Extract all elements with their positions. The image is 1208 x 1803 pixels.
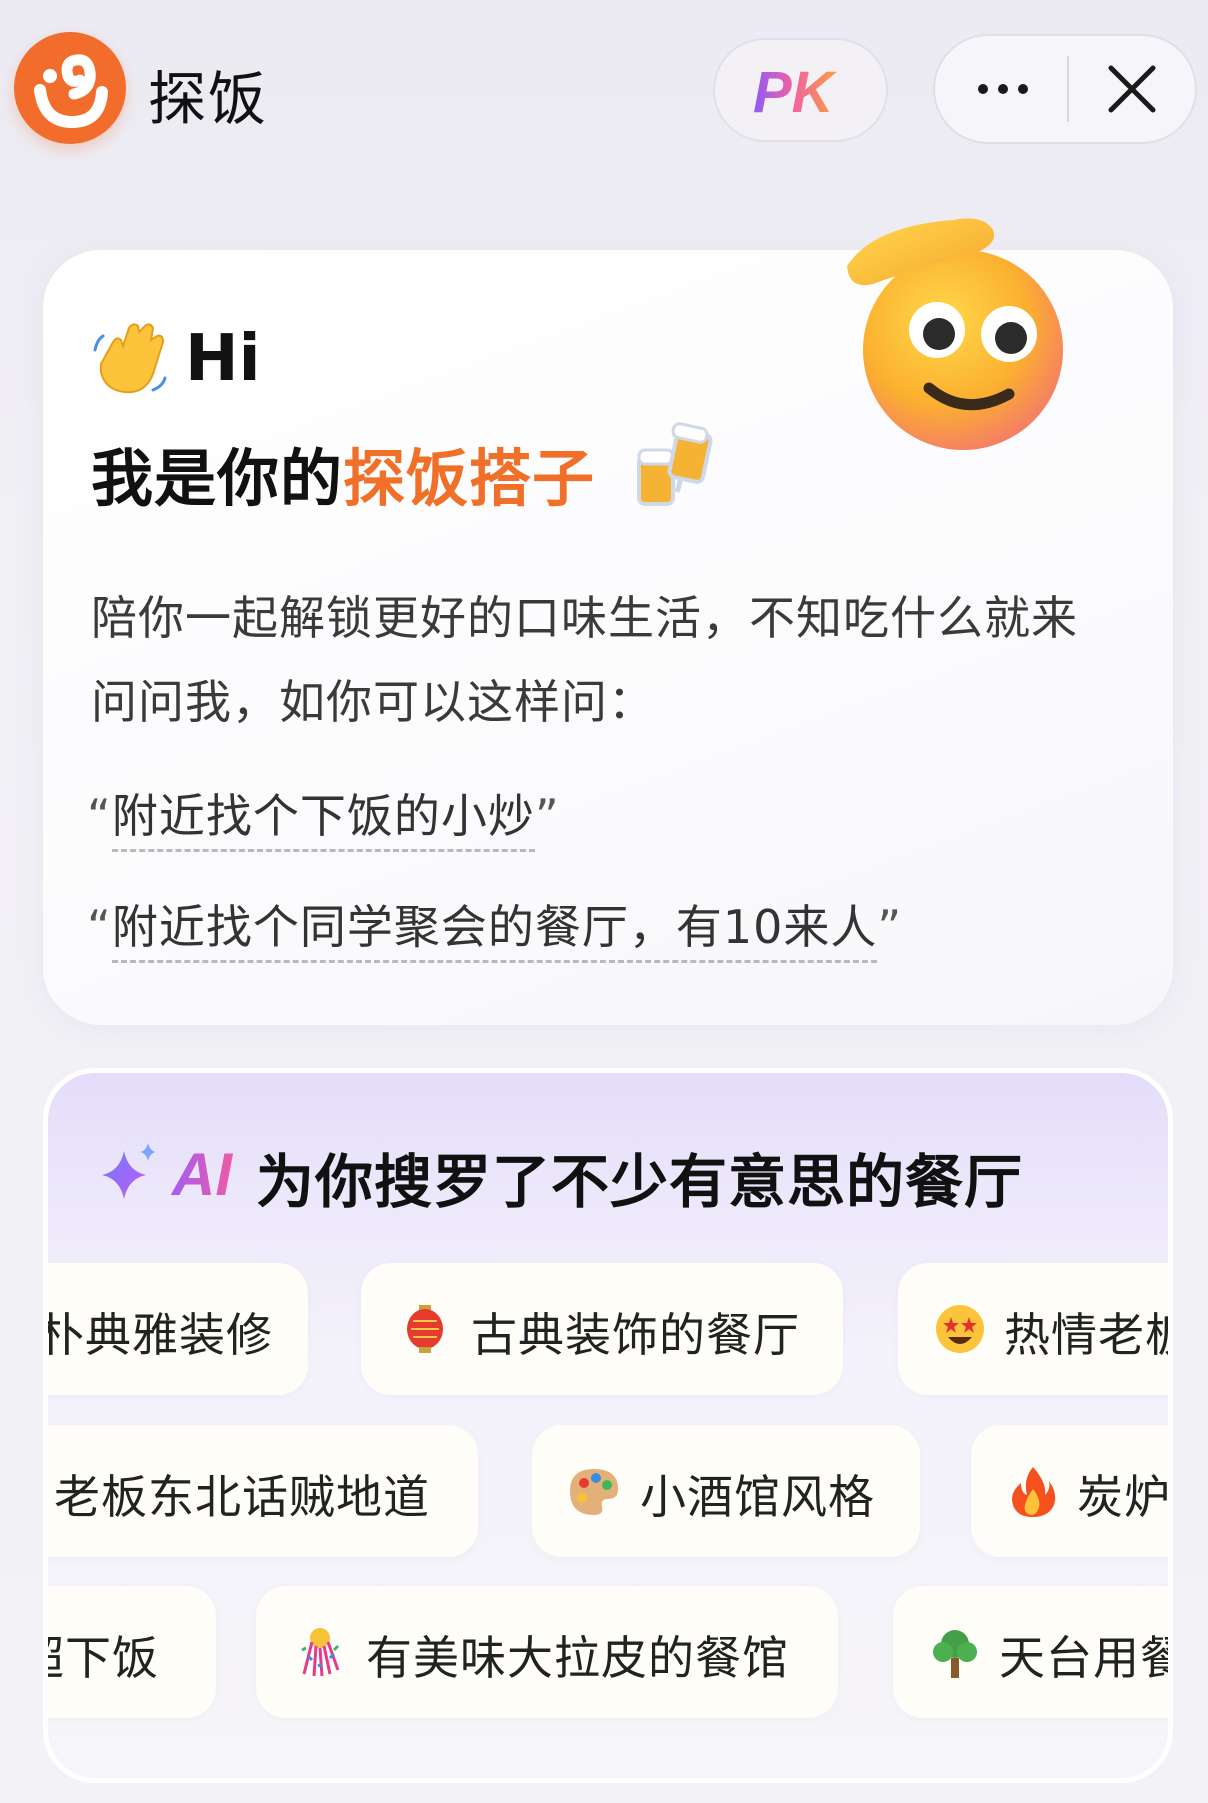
headline-accent: 探饭搭子	[343, 442, 596, 515]
top-bar: 探饭 PK	[0, 0, 1208, 180]
tag-label: 小酒馆风格	[640, 1470, 875, 1524]
red-lantern-icon	[407, 1305, 443, 1353]
tag-label: 超下饭	[48, 1631, 159, 1685]
example-question-text[interactable]: 附近找个下饭的小炒	[111, 789, 535, 852]
fire-icon	[1012, 1467, 1056, 1517]
close-quote: ”	[534, 789, 560, 843]
ai-recommendation-section: AI 为你搜罗了不少有意思的餐厅 朴典雅装修 古典装饰的餐厅 热情老板	[43, 1068, 1173, 1783]
tag-chip[interactable]: 老板东北话贼地道	[48, 1425, 478, 1557]
tag-label: 老板东北话贼地道	[54, 1470, 430, 1524]
tag-chip[interactable]: 有美味大拉皮的餐馆	[256, 1586, 838, 1718]
close-button[interactable]	[1069, 36, 1195, 142]
tag-label: 有美味大拉皮的餐馆	[366, 1631, 789, 1685]
sparkle-icon	[102, 1143, 156, 1199]
artist-palette-icon	[570, 1469, 618, 1515]
waving-hand-icon	[93, 323, 167, 394]
svg-text:AI: AI	[170, 1141, 233, 1205]
svg-text:PK: PK	[753, 64, 838, 120]
example-question[interactable]: “附近找个下饭的小炒”	[87, 780, 560, 852]
mini-program-capsule	[933, 34, 1197, 144]
close-icon	[1108, 65, 1156, 113]
more-button[interactable]	[935, 36, 1067, 142]
tag-label: 热情老板	[1004, 1308, 1168, 1362]
beer-mugs-icon	[637, 422, 713, 506]
pk-logo-icon: PK	[753, 64, 838, 120]
tag-chip[interactable]: 热情老板	[898, 1263, 1168, 1395]
tag-label: 炭炉	[1077, 1470, 1171, 1524]
tag-chip[interactable]: 超下饭	[48, 1586, 216, 1718]
example-question[interactable]: “附近找个同学聚会的餐厅，有10来人”	[87, 891, 903, 963]
tag-row: 朴典雅装修 古典装饰的餐厅 热情老板	[48, 1263, 1168, 1399]
tag-label: 天台用餐	[999, 1631, 1173, 1685]
star-struck-face-icon	[936, 1305, 984, 1353]
open-quote: “	[87, 789, 112, 843]
app-logo-icon	[14, 32, 126, 144]
hi-text: Hi	[185, 322, 261, 396]
saluting-face-icon	[847, 218, 1063, 450]
confetti-ball-icon	[301, 1628, 340, 1677]
headline-prefix: 我是你的	[91, 442, 344, 515]
tag-row: 超下饭 有美味大拉皮的餐馆 天台用餐	[48, 1586, 1168, 1722]
ai-section-title: 为你搜罗了不少有意思的餐厅	[256, 1148, 1024, 1216]
pk-button[interactable]: PK	[713, 38, 888, 142]
intro-text: 陪你一起解锁更好的口味生活，不知吃什么就来问问我，如你可以这样问：	[91, 591, 1078, 729]
tag-chip[interactable]: 小酒馆风格	[532, 1425, 920, 1557]
close-quote: ”	[877, 900, 903, 954]
tag-chip[interactable]: 炭炉	[971, 1425, 1171, 1557]
tag-chip[interactable]: 朴典雅装修	[43, 1263, 308, 1395]
example-question-text[interactable]: 附近找个同学聚会的餐厅，有10来人	[111, 900, 878, 963]
tag-row: 老板东北话贼地道 小酒馆风格 炭炉	[48, 1425, 1168, 1561]
tree-icon	[933, 1630, 977, 1678]
app-name: 探饭	[148, 65, 269, 133]
more-dots-icon	[978, 84, 1028, 94]
tag-chip[interactable]: 天台用餐	[893, 1586, 1173, 1718]
tag-label: 古典装饰的餐厅	[471, 1308, 800, 1362]
tag-label: 朴典雅装修	[43, 1308, 273, 1362]
open-quote: “	[87, 900, 112, 954]
ai-badge-icon: AI	[170, 1141, 233, 1205]
tag-chip[interactable]: 古典装饰的餐厅	[361, 1263, 843, 1395]
headline: 我是你的探饭搭子	[91, 428, 595, 518]
greeting-card: Hi 我是你的探饭搭子 陪你一起解锁更好的口味生活，不知吃什么就来问问我，如你可…	[43, 218, 1173, 1025]
